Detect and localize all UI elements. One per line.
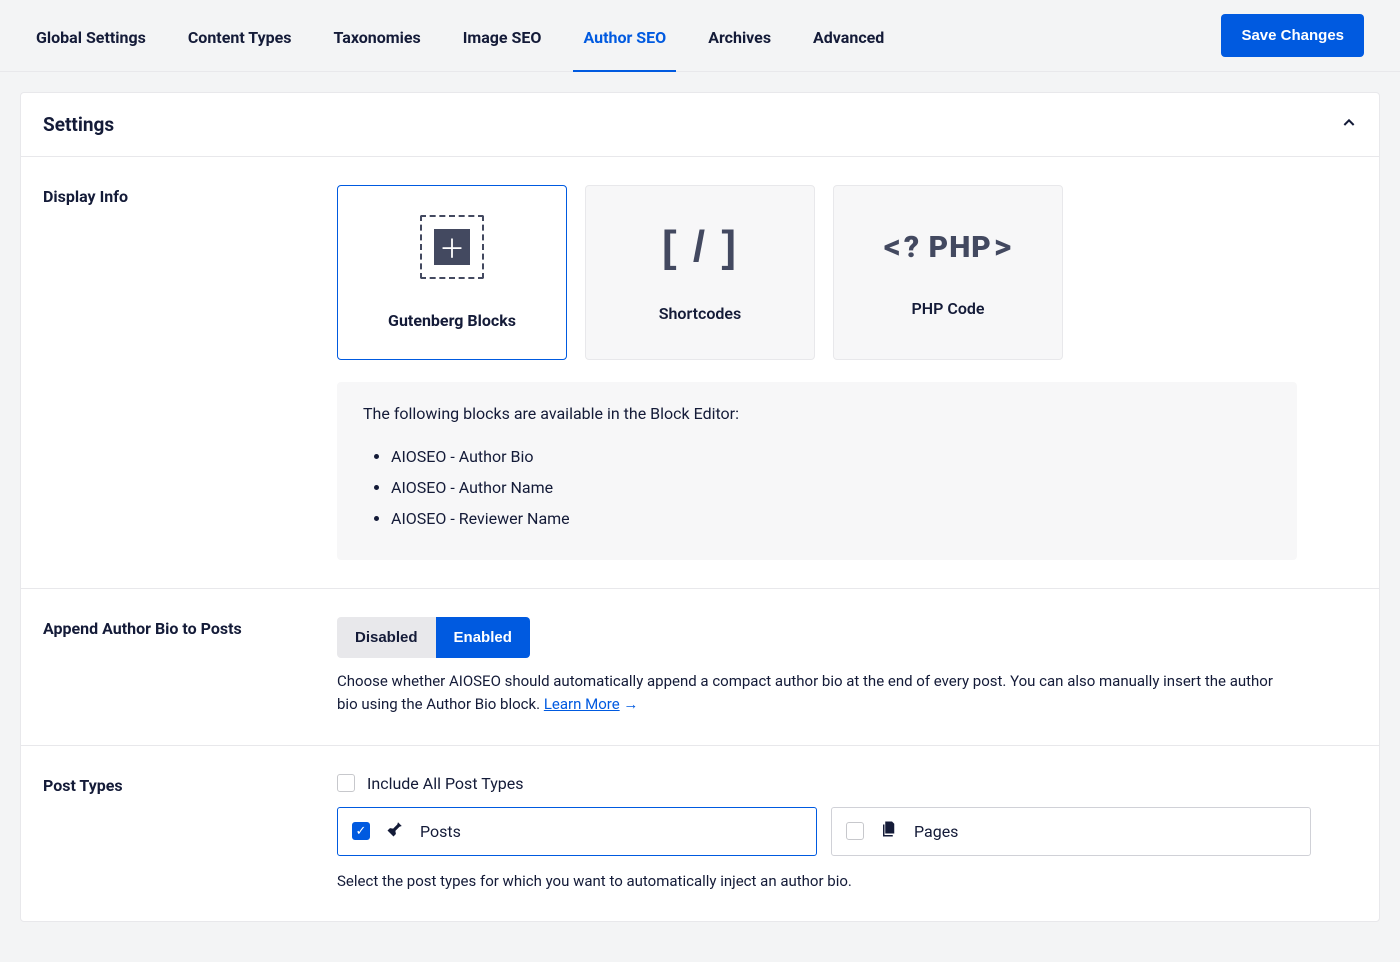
- post-types-help-text: Select the post types for which you want…: [337, 870, 1297, 893]
- external-link-icon: →: [623, 695, 638, 713]
- append-bio-label: Append Author Bio to Posts: [43, 617, 313, 717]
- display-info-label: Display Info: [43, 185, 313, 560]
- display-option-label: PHP Code: [912, 299, 985, 318]
- post-type-posts[interactable]: ✓ Posts: [337, 807, 817, 856]
- pages-icon: [880, 820, 898, 843]
- panel-title: Settings: [43, 113, 114, 136]
- available-block-item: AIOSEO - Reviewer Name: [391, 503, 1271, 534]
- collapse-panel-icon[interactable]: [1341, 115, 1357, 135]
- post-type-checkbox[interactable]: [846, 822, 864, 840]
- tab-global-settings[interactable]: Global Settings: [36, 0, 146, 71]
- display-option-label: Shortcodes: [659, 304, 742, 323]
- shortcode-icon: [ / ]: [662, 222, 738, 272]
- post-types-label: Post Types: [43, 774, 313, 893]
- tab-taxonomies[interactable]: Taxonomies: [334, 0, 421, 71]
- append-bio-help-text: Choose whether AIOSEO should automatical…: [337, 672, 1273, 713]
- php-code-icon: <? PHP >: [884, 227, 1013, 267]
- tab-image-seo[interactable]: Image SEO: [463, 0, 542, 71]
- include-all-post-types-checkbox[interactable]: [337, 774, 355, 792]
- display-option-php[interactable]: <? PHP > PHP Code: [833, 185, 1063, 360]
- tab-author-seo[interactable]: Author SEO: [583, 0, 666, 71]
- append-bio-enabled-button[interactable]: Enabled: [436, 617, 530, 658]
- blocks-intro-text: The following blocks are available in th…: [363, 404, 1271, 423]
- gutenberg-block-icon: ＋: [420, 215, 484, 279]
- post-type-name: Posts: [420, 822, 461, 841]
- tab-archives[interactable]: Archives: [708, 0, 771, 71]
- save-changes-button[interactable]: Save Changes: [1221, 14, 1364, 57]
- tab-content-types[interactable]: Content Types: [188, 0, 292, 71]
- include-all-label: Include All Post Types: [367, 774, 523, 793]
- display-option-shortcodes[interactable]: [ / ] Shortcodes: [585, 185, 815, 360]
- display-option-label: Gutenberg Blocks: [388, 311, 516, 330]
- pin-icon: [386, 820, 404, 843]
- available-block-item: AIOSEO - Author Name: [391, 472, 1271, 503]
- learn-more-link[interactable]: Learn More: [544, 695, 620, 713]
- display-option-gutenberg[interactable]: ＋ Gutenberg Blocks: [337, 185, 567, 360]
- tab-advanced[interactable]: Advanced: [813, 0, 884, 71]
- append-bio-disabled-button[interactable]: Disabled: [337, 617, 436, 658]
- post-type-name: Pages: [914, 822, 958, 841]
- available-block-item: AIOSEO - Author Bio: [391, 441, 1271, 472]
- post-type-checkbox[interactable]: ✓: [352, 822, 370, 840]
- post-type-pages[interactable]: Pages: [831, 807, 1311, 856]
